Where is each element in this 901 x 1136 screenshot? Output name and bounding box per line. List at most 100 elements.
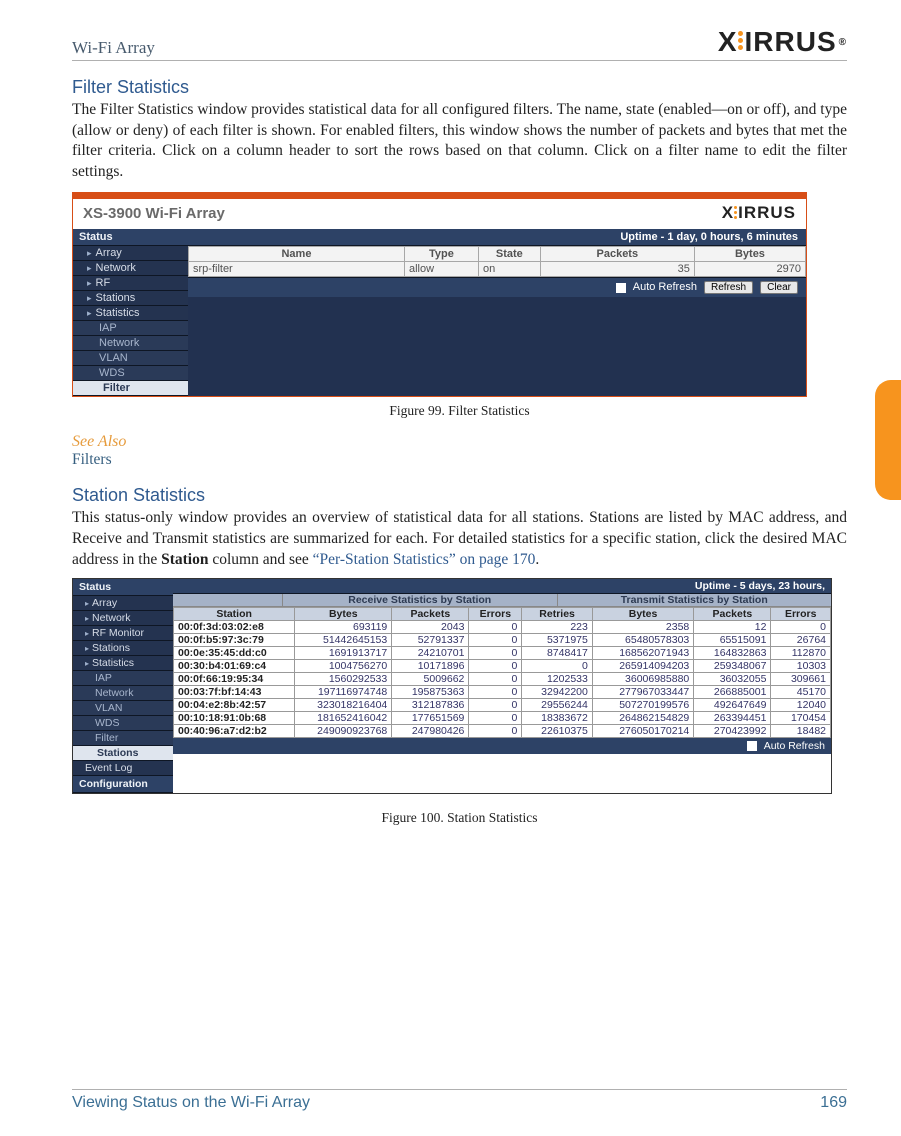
station-value: 5009662 [392,673,469,686]
nav2-rfmon[interactable]: RF Monitor [73,626,173,641]
col-state[interactable]: State [478,247,540,262]
station-value: 0 [469,699,522,712]
fig100-caption: Figure 100. Station Statistics [72,810,847,826]
fig100-col-0[interactable]: Station [174,608,295,621]
station-value: 36032055 [694,673,771,686]
nav2-config[interactable]: Configuration [73,776,173,793]
fig100-col-1[interactable]: Bytes [295,608,392,621]
group-tx: Transmit Statistics by Station [558,594,832,606]
station-value: 0 [469,686,522,699]
nav2-statistics[interactable]: Statistics [73,656,173,671]
station-mac[interactable]: 00:0e:35:45:dd:c0 [174,647,295,660]
refresh-button[interactable]: Refresh [704,281,753,294]
fig100-col-2[interactable]: Packets [392,608,469,621]
station-value: 0 [469,660,522,673]
auto-refresh-checkbox-2[interactable] [747,741,757,751]
station-value: 22610375 [522,725,593,738]
nav2-array[interactable]: Array [73,596,173,611]
station-value: 195875363 [392,686,469,699]
station-value: 181652416042 [295,712,392,725]
nav-sub-iap[interactable]: IAP [73,321,188,336]
auto-refresh-checkbox[interactable] [616,283,626,293]
station-value: 10303 [771,660,831,673]
nav2-iap[interactable]: IAP [73,671,173,686]
nav2-stations[interactable]: Stations [73,641,173,656]
col-packets[interactable]: Packets [540,247,694,262]
station-value: 265914094203 [592,660,693,673]
nav-item-array[interactable]: Array [73,246,188,261]
station-mac[interactable]: 00:30:b4:01:69:c4 [174,660,295,673]
nav-sub-network[interactable]: Network [73,336,188,351]
station-value: 12040 [771,699,831,712]
col-type[interactable]: Type [404,247,478,262]
station-value: 12 [694,621,771,634]
station-row: 00:0e:35:45:dd:c016919137172421070108748… [174,647,831,660]
nav2-network[interactable]: Network [73,611,173,626]
station-row: 00:10:18:91:0b:6818165241604217765156901… [174,712,831,725]
fig100-col-3[interactable]: Errors [469,608,522,621]
station-mac[interactable]: 00:0f:3d:03:02:e8 [174,621,295,634]
nav2-wds[interactable]: WDS [73,716,173,731]
nav-item-rf[interactable]: RF [73,276,188,291]
see-also-link-filters[interactable]: Filters [72,451,847,469]
nav2-selected-stations[interactable]: Stations [73,746,173,761]
nav2-net[interactable]: Network [73,686,173,701]
nav-item-stations[interactable]: Stations [73,291,188,306]
station-mac[interactable]: 00:40:96:a7:d2:b2 [174,725,295,738]
station-row: 00:0f:3d:03:02:e8693119204302232358120 [174,621,831,634]
station-value: 164832863 [694,647,771,660]
station-statistics-heading: Station Statistics [72,485,847,506]
station-mac[interactable]: 00:10:18:91:0b:68 [174,712,295,725]
nav-sub-vlan[interactable]: VLAN [73,351,188,366]
fig99-blank-area [188,297,806,396]
footer-page: 169 [820,1094,847,1112]
station-mac[interactable]: 00:0f:66:19:95:34 [174,673,295,686]
station-mac[interactable]: 00:0f:b5:97:3c:79 [174,634,295,647]
station-value: 0 [469,647,522,660]
nav2-filter[interactable]: Filter [73,731,173,746]
nav-item-statistics[interactable]: Statistics [73,306,188,321]
station-value: 277967033447 [592,686,693,699]
station-value: 52791337 [392,634,469,647]
fig100-col-5[interactable]: Bytes [592,608,693,621]
fig100-control-row: Auto Refresh [173,738,831,754]
station-value: 312187836 [392,699,469,712]
col-name[interactable]: Name [189,247,405,262]
clear-button[interactable]: Clear [760,281,798,294]
station-value: 18482 [771,725,831,738]
per-station-link[interactable]: “Per-Station Statistics” on page 170 [313,551,536,568]
filter-statistics-heading: Filter Statistics [72,77,847,98]
station-value: 0 [522,660,593,673]
fig100-nav: Status Array Network RF Monitor Stations… [73,579,173,793]
station-statistics-body: This status-only window provides an over… [72,508,847,570]
station-value: 8748417 [522,647,593,660]
station-value: 492647649 [694,699,771,712]
fig99-array-title: XS-3900 Wi-Fi Array [83,205,225,222]
fig100-col-6[interactable]: Packets [694,608,771,621]
station-value: 0 [469,712,522,725]
logo-reg: ® [839,37,847,48]
station-value: 170454 [771,712,831,725]
nav-selected-filter[interactable]: Filter [73,381,188,396]
station-mac[interactable]: 00:04:e2:8b:42:57 [174,699,295,712]
nav-item-network[interactable]: Network [73,261,188,276]
fig100-col-4[interactable]: Retries [522,608,593,621]
fig99-caption: Figure 99. Filter Statistics [72,403,847,419]
fig99-table: Name Type State Packets Bytes srp-filter… [188,246,806,277]
fig100-col-7[interactable]: Errors [771,608,831,621]
station-row: 00:40:96:a7:d2:b224909092376824798042602… [174,725,831,738]
cell-name[interactable]: srp-filter [189,262,405,277]
station-row: 00:0f:b5:97:3c:7951442645153527913370537… [174,634,831,647]
nav2-eventlog[interactable]: Event Log [73,761,173,776]
auto-refresh-label-2: Auto Refresh [764,740,825,752]
nav2-vlan[interactable]: VLAN [73,701,173,716]
station-mac[interactable]: 00:03:7f:bf:14:43 [174,686,295,699]
figure-filter-statistics: XS-3900 Wi-Fi Array XIRRUS Status Array … [72,192,807,397]
station-value: 276050170214 [592,725,693,738]
page-footer: Viewing Status on the Wi-Fi Array 169 [72,1089,847,1112]
nav-sub-wds[interactable]: WDS [73,366,188,381]
group-rx: Receive Statistics by Station [283,594,558,606]
station-value: 1004756270 [295,660,392,673]
fig99-logo: XIRRUS [722,203,796,223]
col-bytes[interactable]: Bytes [694,247,805,262]
